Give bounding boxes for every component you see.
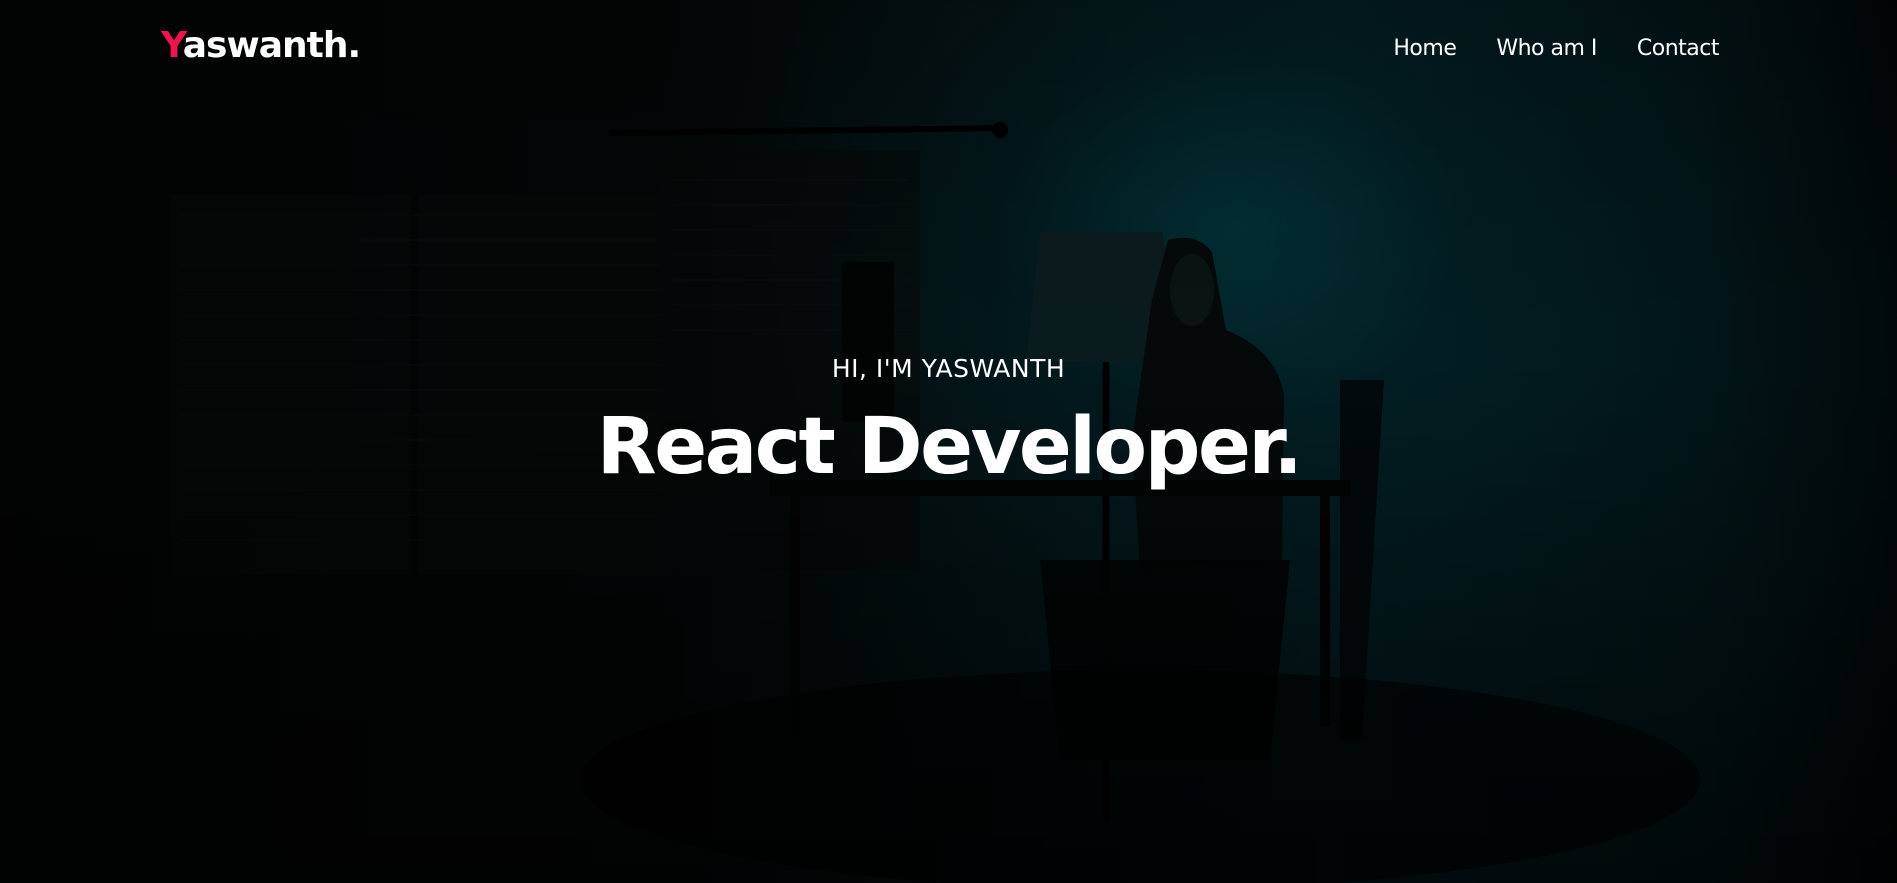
nav-link-home[interactable]: Home bbox=[1393, 38, 1456, 60]
main-nav: Home Who am I Contact bbox=[1393, 38, 1719, 60]
site-logo[interactable]: Yaswanth. bbox=[161, 25, 361, 66]
hero-intro: HI, I'M YASWANTH bbox=[831, 354, 1066, 383]
logo-initial: Y bbox=[161, 25, 184, 66]
nav-link-who-am-i[interactable]: Who am I bbox=[1496, 38, 1597, 60]
logo-text: aswanth. bbox=[182, 25, 361, 66]
hero-headline: React Developer. bbox=[596, 402, 1303, 492]
site-header: Yaswanth. Home Who am I Contact bbox=[0, 0, 1897, 100]
nav-link-contact[interactable]: Contact bbox=[1637, 38, 1720, 60]
